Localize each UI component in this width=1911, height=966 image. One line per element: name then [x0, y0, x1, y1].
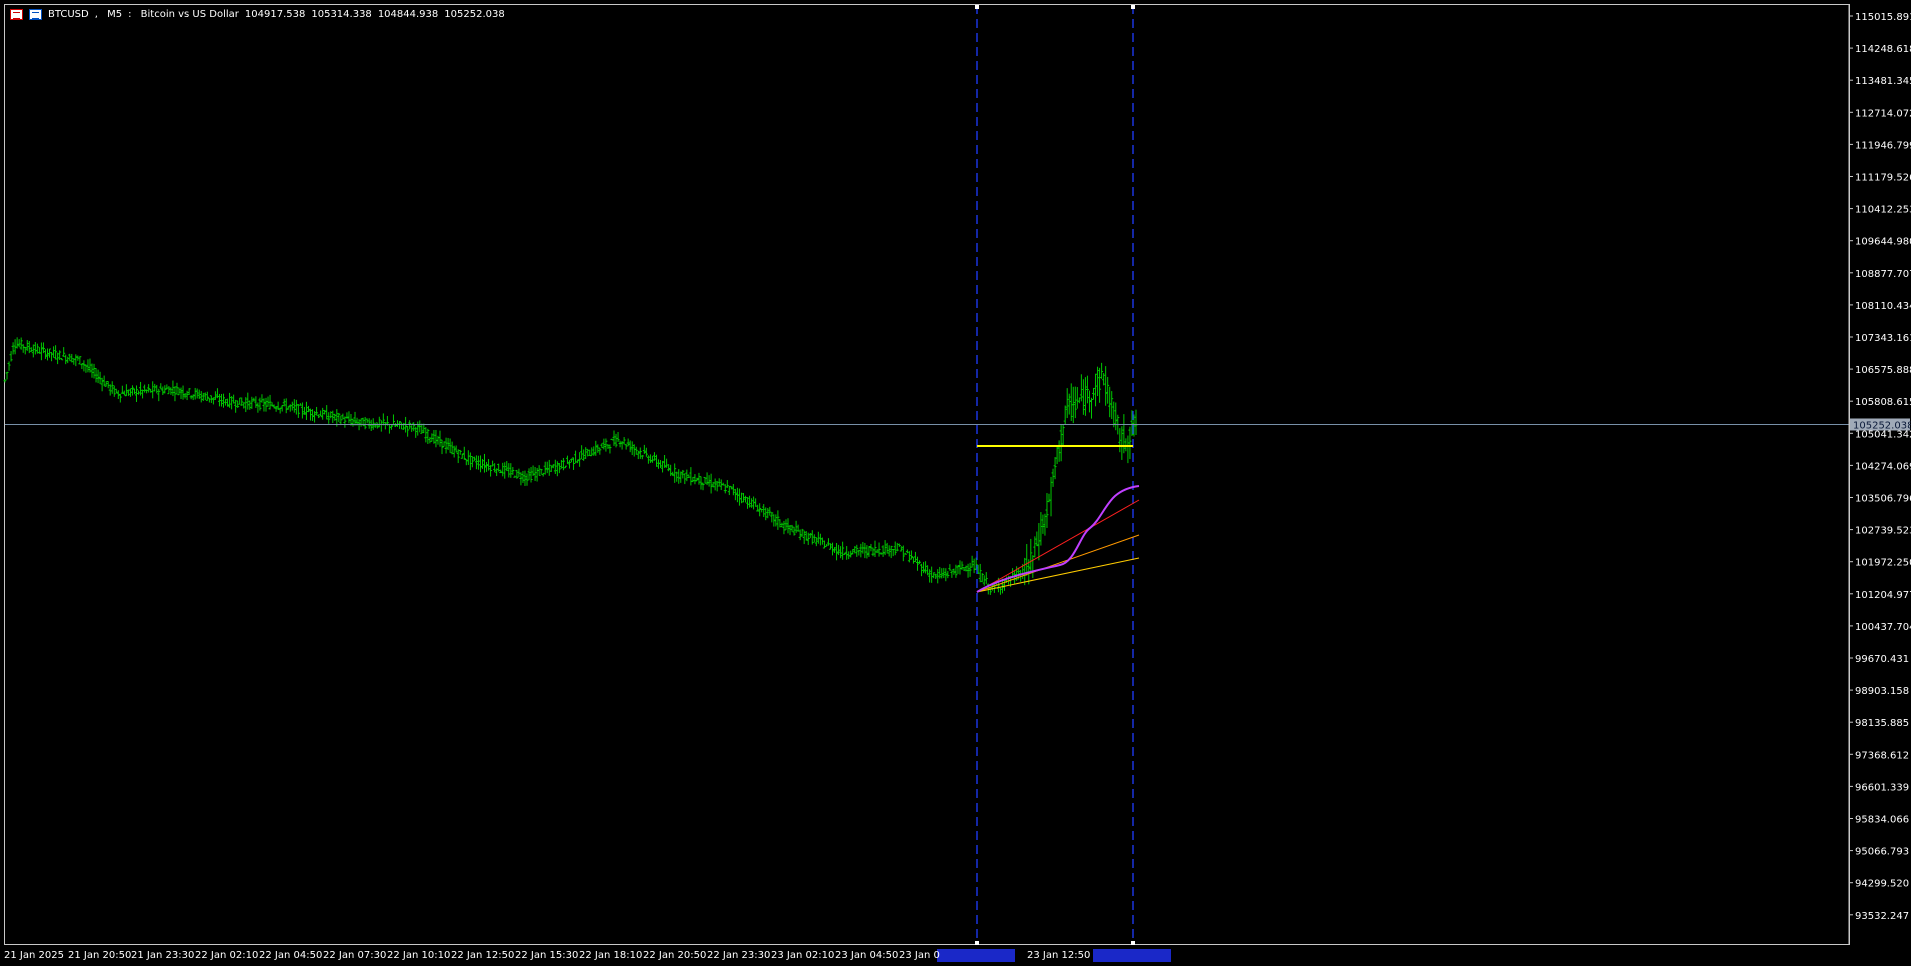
- time-label: 22 Jan 18:10: [579, 950, 642, 961]
- time-label: 22 Jan 07:30: [323, 950, 386, 961]
- time-label: 21 Jan 20:50: [68, 950, 131, 961]
- chart-objects[interactable]: 105252.038: [5, 5, 1911, 962]
- time-label: 22 Jan 02:10: [195, 950, 258, 961]
- price-scale[interactable]: 115015.891 114248.618 113481.345 112714.072…: [1848, 5, 1911, 944]
- price-label: 93532.247: [1855, 911, 1909, 922]
- line-handle-top[interactable]: [1131, 5, 1135, 9]
- time-label: 22 Jan 04:50: [259, 950, 322, 961]
- price-label: 115015.891: [1855, 12, 1911, 23]
- price-label: 95066.793: [1855, 847, 1909, 858]
- price-label: 108877.707: [1855, 269, 1911, 280]
- line-handle-top[interactable]: [975, 5, 979, 9]
- price-label: 109644.980: [1855, 237, 1911, 248]
- price-label: 107343.161: [1855, 333, 1911, 344]
- price-label: 98135.885: [1855, 718, 1909, 729]
- price-label: 106575.888: [1855, 365, 1911, 376]
- line-handle-bottom[interactable]: [1131, 941, 1135, 945]
- price-label: 113481.345: [1855, 76, 1911, 87]
- price-label: 94299.520: [1855, 879, 1909, 890]
- time-label: 22 Jan 20:50: [643, 950, 706, 961]
- line-handle-bottom[interactable]: [975, 941, 979, 945]
- price-label: 97368.612: [1855, 750, 1909, 761]
- price-label: 105041.342: [1855, 429, 1911, 440]
- time-scale[interactable]: 21 Jan 2025 21 Jan 20:50 21 Jan 23:30 22 Ja…: [4, 950, 1090, 961]
- price-label: 111179.526: [1855, 173, 1911, 184]
- price-label: 100437.704: [1855, 622, 1911, 633]
- price-label: 108110.434: [1855, 301, 1911, 312]
- time-label: 23 Jan 04:50: [835, 950, 898, 961]
- price-label: 105808.615: [1855, 397, 1911, 408]
- price-label: 101204.977: [1855, 590, 1911, 601]
- time-label: 23 Jan 0: [899, 950, 940, 961]
- time-marker-end[interactable]: [1093, 949, 1171, 962]
- time-label: 21 Jan 23:30: [131, 950, 194, 961]
- price-label: 99670.431: [1855, 654, 1909, 665]
- time-label: 22 Jan 12:50: [451, 950, 514, 961]
- time-label: 23 Jan 12:50: [1027, 950, 1090, 961]
- time-marker-start[interactable]: [937, 949, 1015, 962]
- price-chart[interactable]: 105252.038 115015.891 114248.618 113481.34…: [0, 0, 1911, 966]
- time-label: 22 Jan 15:30: [515, 950, 578, 961]
- price-label: 102739.523: [1855, 526, 1911, 537]
- price-label: 112714.072: [1855, 108, 1911, 119]
- price-label: 104274.069: [1855, 461, 1911, 472]
- time-label: 23 Jan 02:10: [771, 950, 834, 961]
- time-label: 22 Jan 23:30: [707, 950, 770, 961]
- price-label: 114248.618: [1855, 44, 1911, 55]
- price-label: 111946.799: [1855, 140, 1911, 151]
- moving-average-line[interactable]: [976, 485, 1140, 593]
- price-label: 95834.066: [1855, 815, 1909, 826]
- price-label: 103506.796: [1855, 494, 1911, 505]
- fan-line-red[interactable]: [976, 499, 1140, 593]
- time-label: 21 Jan 2025: [4, 950, 64, 961]
- price-label: 98903.158: [1855, 686, 1909, 697]
- price-label: 110412.253: [1855, 205, 1911, 216]
- price-label: 96601.339: [1855, 782, 1909, 793]
- time-label: 22 Jan 10:10: [387, 950, 450, 961]
- price-bars: [3, 337, 1138, 595]
- price-label: 101972.250: [1855, 558, 1911, 569]
